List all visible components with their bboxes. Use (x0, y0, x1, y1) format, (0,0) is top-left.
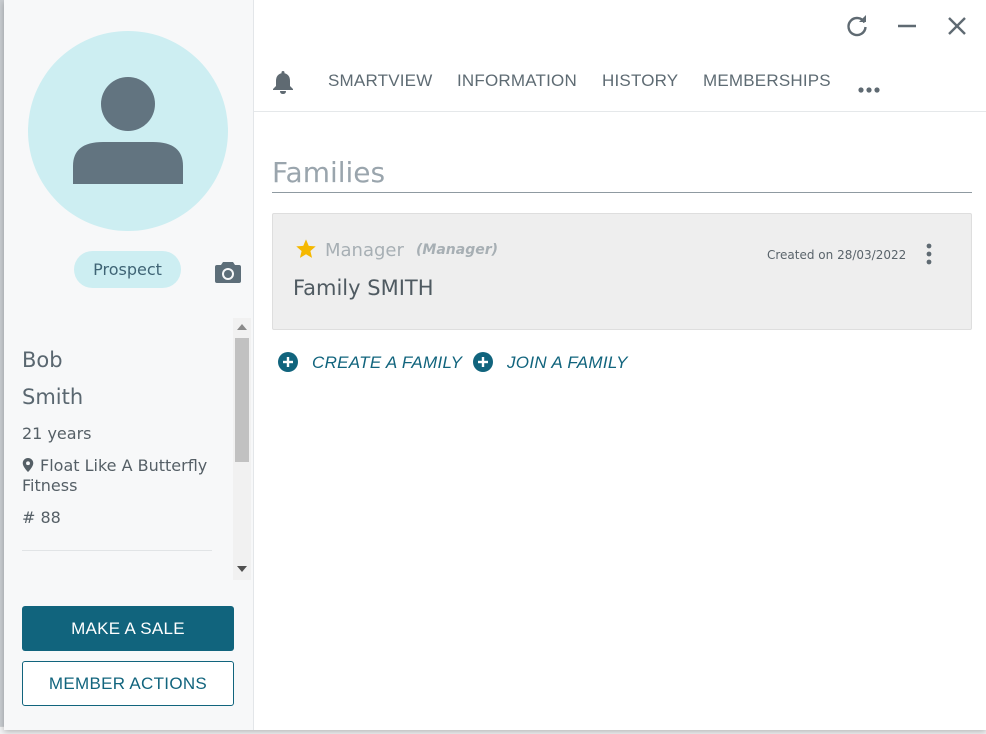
tab-smartview[interactable]: SMARTVIEW (328, 71, 432, 91)
tab-history[interactable]: HISTORY (602, 71, 678, 91)
create-family-button[interactable]: CREATE A FAMILY (278, 352, 462, 374)
join-family-label: JOIN A FAMILY (507, 353, 628, 372)
person-icon (73, 77, 183, 184)
member-window: Prospect Bob Smith 21 years Float Like A… (4, 0, 986, 730)
first-name: Bob (22, 348, 63, 372)
member-actions-button[interactable]: MEMBER ACTIONS (22, 661, 234, 706)
member-id: # 88 (22, 508, 61, 527)
star-icon (295, 238, 317, 260)
member-age: 21 years (22, 424, 92, 443)
scroll-thumb[interactable] (235, 338, 249, 462)
close-icon[interactable] (945, 14, 969, 38)
add-circle-icon (278, 352, 298, 372)
location-label: Float Like A Butterfly Fitness (22, 456, 208, 495)
location-pin-icon (22, 458, 34, 472)
join-family-button[interactable]: JOIN A FAMILY (473, 352, 628, 374)
section-title: Families (272, 156, 386, 189)
family-created-date: Created on 28/03/2022 (767, 248, 907, 262)
add-circle-icon (473, 352, 493, 372)
refresh-icon[interactable] (845, 14, 869, 38)
member-location: Float Like A Butterfly Fitness (22, 456, 212, 496)
details-scrollbar[interactable] (233, 318, 251, 580)
status-badge: Prospect (74, 251, 181, 288)
tab-memberships[interactable]: MEMBERSHIPS (703, 71, 831, 91)
family-role-detail: (Manager) (416, 242, 499, 258)
section-divider (272, 192, 972, 193)
last-name: Smith (22, 385, 84, 409)
avatar[interactable] (28, 31, 228, 231)
family-card[interactable]: Manager (Manager) Created on 28/03/2022 … (272, 213, 972, 330)
divider (22, 550, 212, 551)
make-sale-button[interactable]: MAKE A SALE (22, 606, 234, 651)
member-sidebar: Prospect Bob Smith 21 years Float Like A… (4, 0, 254, 730)
more-horizontal-icon[interactable] (858, 80, 880, 93)
family-role: Manager (325, 240, 404, 261)
family-name: Family SMITH (293, 276, 434, 300)
more-vertical-icon[interactable] (925, 243, 933, 265)
scroll-up-arrow-icon[interactable] (237, 324, 247, 330)
camera-icon[interactable] (215, 261, 241, 283)
minimize-icon[interactable] (895, 14, 919, 38)
scroll-down-arrow-icon[interactable] (237, 566, 247, 572)
member-details: Bob Smith 21 years Float Like A Butterfl… (4, 318, 233, 580)
bell-icon[interactable] (272, 70, 294, 94)
tab-bar: SMARTVIEW INFORMATION HISTORY MEMBERSHIP… (254, 60, 986, 112)
tab-information[interactable]: INFORMATION (457, 71, 577, 91)
create-family-label: CREATE A FAMILY (312, 353, 463, 372)
